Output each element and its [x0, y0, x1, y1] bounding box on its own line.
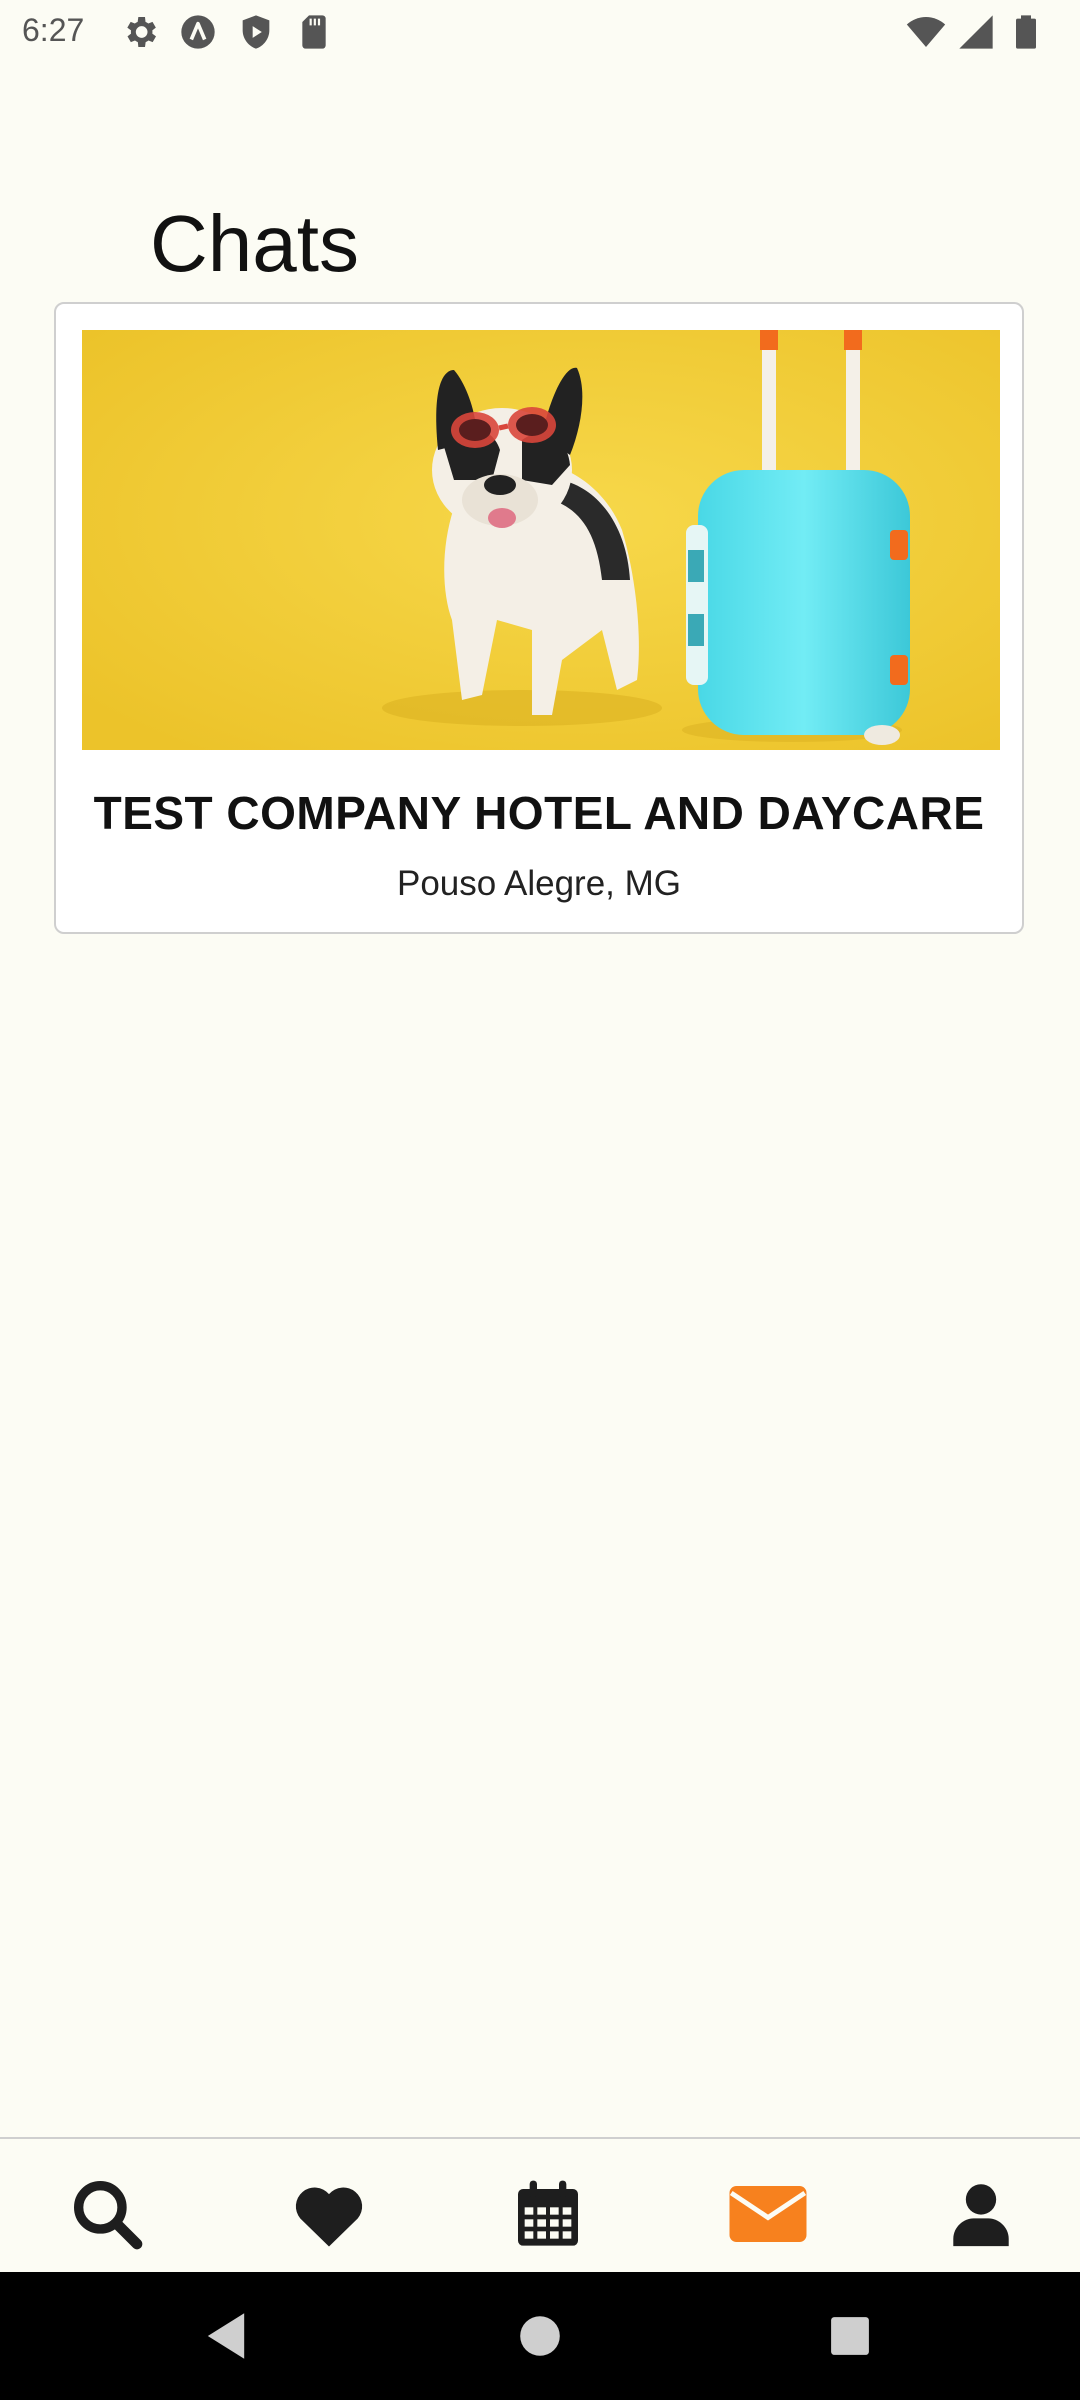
back-icon	[207, 2313, 245, 2359]
signal-icon	[959, 15, 993, 49]
app-a-icon	[181, 15, 215, 49]
wifi-icon	[906, 17, 946, 47]
status-time: 6:27	[22, 12, 85, 48]
mail-icon	[729, 2186, 807, 2242]
chat-card-location: Pouso Alegre, MG	[396, 864, 682, 903]
sd-card-icon	[302, 15, 326, 49]
user-icon	[953, 2184, 1009, 2247]
nav-search[interactable]	[62, 2169, 152, 2259]
nav-messages[interactable]	[723, 2169, 813, 2259]
calendar-icon	[518, 2180, 578, 2246]
status-bar: 6:27	[0, 0, 1080, 64]
shield-play-icon	[242, 15, 270, 49]
status-icons-left	[120, 12, 334, 52]
bottom-nav	[0, 2137, 1080, 2274]
chat-card-title: TEST COMPANY HOTEL AND DAYCARE	[93, 787, 985, 839]
status-icons-right	[906, 12, 1046, 52]
chat-card-image	[82, 330, 1000, 750]
nav-profile[interactable]	[936, 2169, 1026, 2259]
heart-icon	[295, 2187, 363, 2247]
search-icon	[74, 2181, 143, 2250]
recents-icon	[831, 2317, 869, 2355]
battery-icon	[1016, 15, 1036, 49]
system-home-button[interactable]	[510, 2306, 570, 2366]
system-recents-button[interactable]	[820, 2306, 880, 2366]
nav-calendar[interactable]	[503, 2169, 593, 2259]
settings-icon	[127, 17, 156, 47]
page-title: Chats	[150, 199, 359, 288]
chat-card[interactable]: TEST COMPANY HOTEL AND DAYCARE Pouso Ale…	[54, 302, 1024, 934]
system-nav-bar	[0, 2272, 1080, 2400]
system-back-button[interactable]	[196, 2306, 256, 2366]
home-icon	[520, 2316, 560, 2356]
nav-favorites[interactable]	[284, 2169, 374, 2259]
